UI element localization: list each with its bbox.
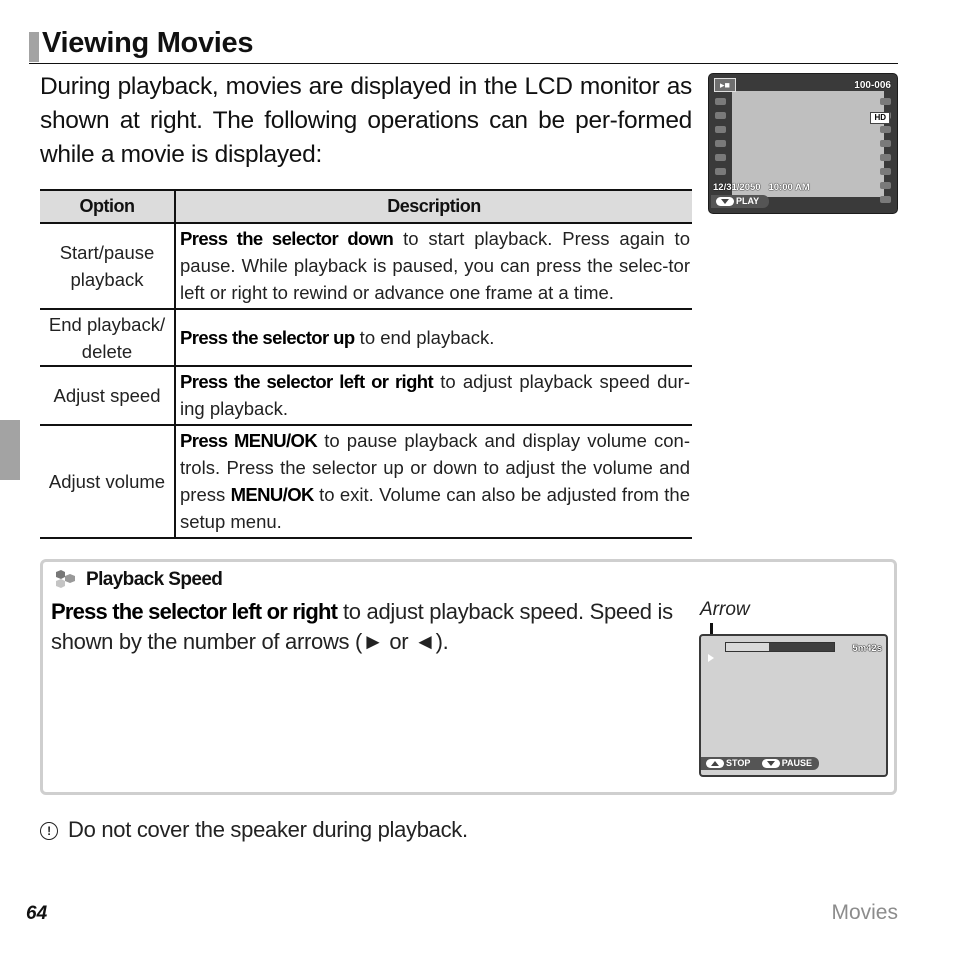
description-cell: Press the selector left or right to adju… [175, 366, 692, 426]
description-cell: Press the selector down to start playbac… [175, 223, 692, 310]
note-title: Playback Speed [86, 569, 223, 590]
control-bar: STOP PAUSE [701, 757, 819, 770]
time: 10:00 AM [768, 182, 810, 193]
desc-bold: Press the selector up [180, 326, 355, 348]
section-tab-marker [0, 420, 20, 480]
option-cell: Start/pause playback [40, 223, 176, 310]
play-label: PLAY [736, 196, 760, 206]
header-description: Description [175, 189, 692, 224]
down-pill-icon [716, 197, 734, 207]
playback-progress-bar [725, 642, 835, 652]
progress-fill [726, 643, 770, 651]
option-cell: Adjust speed [40, 366, 176, 426]
description-cell: Press MENU/OK to pause playback and disp… [175, 425, 692, 539]
description-cell: Press the selector up to end playback. [175, 309, 692, 367]
table-row: Adjust volume Press MENU/OK to pause pla… [40, 425, 692, 539]
desc-text: to end playback. [354, 326, 495, 348]
page-number: 64 [26, 903, 48, 924]
table-row: End playback/delete Press the selector u… [40, 309, 692, 367]
movie-mode-icon: ▸■ [714, 78, 736, 92]
table-row: Adjust speed Press the selector left or … [40, 366, 692, 426]
caution-icon: ! [40, 822, 58, 840]
down-pill-icon [761, 759, 780, 769]
desc-bold: Press the selector down [180, 228, 394, 249]
tip-hexagon-icon [56, 570, 75, 588]
up-pill-icon [706, 759, 724, 769]
stop-label: STOP [726, 758, 751, 768]
option-cell: Adjust volume [40, 425, 176, 539]
option-text: End playback/ [48, 313, 166, 335]
table-row: Start/pause playback Press the selector d… [40, 223, 692, 310]
play-indicator: PLAY [711, 195, 769, 208]
title-accent-bar [29, 32, 39, 62]
date-time-readout: 12/31/2050 10:00 AM [713, 182, 810, 193]
operations-table: Option Description Start/pause playback P… [40, 189, 692, 539]
desc-bold: MENU/OK [230, 484, 315, 505]
frame-number: 100-006 [854, 80, 891, 91]
desc-bold: Press MENU/OK [180, 430, 318, 451]
section-name: Movies [831, 901, 898, 924]
option-cell: End playback/delete [40, 309, 176, 367]
pause-label: PAUSE [781, 758, 813, 768]
header-option: Option [40, 189, 176, 224]
lcd-playback-illustration: ▸■ 100-006 HD 12/31/2050 10:00 AM PLAY [708, 73, 898, 214]
caution-text: Do not cover the speaker during playback… [68, 817, 468, 842]
desc-bold: Press the selector left or right [180, 371, 434, 392]
table-header-row: Option Description [40, 189, 692, 224]
intro-paragraph: During playback, movies are displayed in… [40, 73, 692, 168]
option-text: delete [81, 340, 133, 362]
hd-badge: HD [870, 112, 890, 124]
note-text: Press the selector left or right to adju… [51, 597, 686, 657]
arrow-callout-label: Arrow [700, 599, 750, 620]
film-perforations-left [715, 98, 727, 182]
caution-note: ! Do not cover the speaker during playbac… [40, 817, 468, 843]
speed-arrow-icon [708, 654, 714, 662]
date: 12/31/2050 [713, 182, 761, 193]
lcd-speed-illustration: 5m42s STOP PAUSE [699, 634, 888, 777]
option-text: Start/pause [59, 242, 155, 263]
option-text: playback [70, 269, 144, 290]
page-title: Viewing Movies [42, 27, 254, 59]
playback-speed-note: Playback Speed Press the selector left o… [40, 559, 897, 795]
title-rule [29, 63, 898, 64]
remaining-time: 5m42s [852, 643, 882, 654]
note-bold: Press the selector left or right [51, 599, 338, 624]
